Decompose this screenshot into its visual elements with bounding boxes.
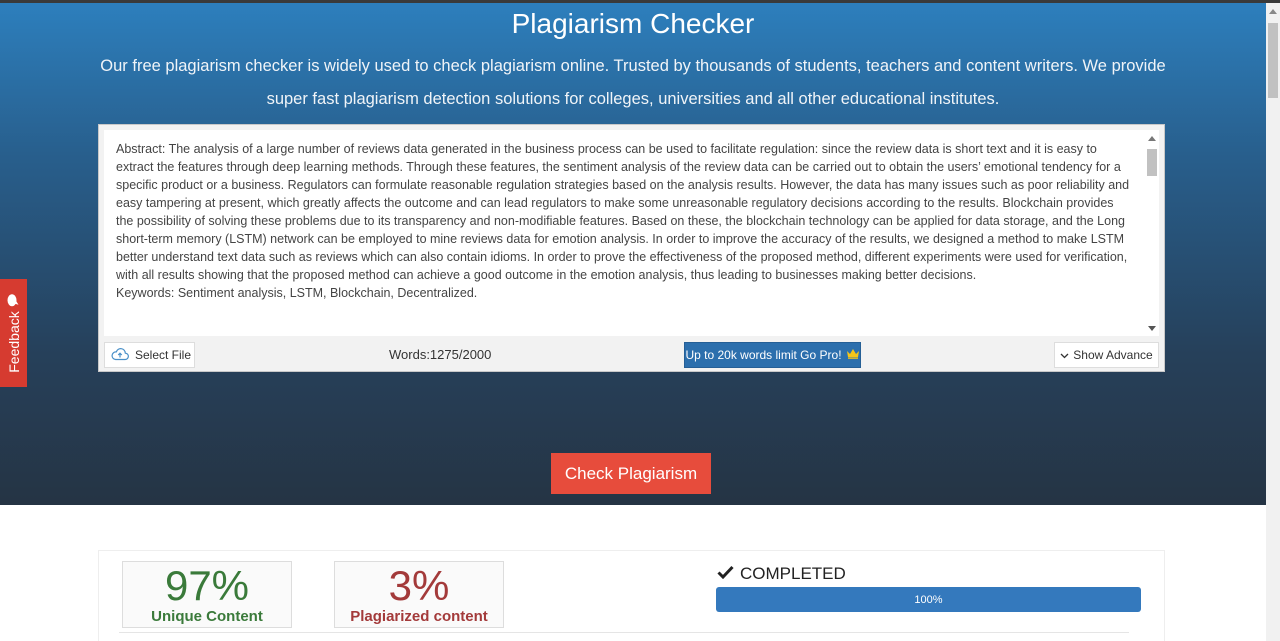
feedback-tab-content: Feedback — [5, 293, 22, 373]
textarea-scrollbar[interactable] — [1145, 130, 1159, 336]
page-scroll-up-icon[interactable] — [1269, 9, 1277, 14]
results-panel: 97% Unique Content 3% Plagiarized conten… — [98, 550, 1165, 641]
show-advance-button[interactable]: Show Advance — [1054, 342, 1159, 368]
unique-percentage: 97% — [164, 562, 250, 609]
hero-section: Plagiarism Checker Our free plagiarism c… — [0, 3, 1266, 505]
scroll-up-icon[interactable] — [1148, 136, 1156, 141]
plagiarized-percentage: 3% — [388, 562, 450, 609]
page-scrollbar[interactable] — [1266, 3, 1280, 641]
feedback-label: Feedback — [5, 311, 22, 373]
chevron-down-icon — [1060, 348, 1069, 362]
scroll-down-icon[interactable] — [1148, 326, 1156, 331]
show-advance-label: Show Advance — [1073, 348, 1153, 362]
go-pro-label: Up to 20k words limit Go Pro! — [685, 348, 842, 362]
progress-bar: 100% — [716, 587, 1141, 612]
unique-label: Unique Content — [151, 608, 263, 625]
scroll-thumb[interactable] — [1147, 149, 1157, 176]
plagiarized-content-card: 3% Plagiarized content — [334, 561, 504, 628]
abstract-paragraph: Abstract: The analysis of a large number… — [116, 142, 1133, 282]
text-editor: Abstract: The analysis of a large number… — [98, 124, 1165, 372]
select-file-button[interactable]: Select File — [104, 342, 195, 368]
page-scroll-thumb[interactable] — [1268, 23, 1278, 98]
unique-content-card: 97% Unique Content — [122, 561, 292, 628]
check-icon — [717, 564, 734, 584]
cloud-upload-icon — [111, 347, 129, 364]
text-input-area[interactable]: Abstract: The analysis of a large number… — [104, 130, 1145, 336]
results-divider — [119, 632, 1129, 633]
feedback-tab[interactable]: Feedback — [0, 279, 27, 387]
comment-icon — [6, 293, 22, 306]
page-title: Plagiarism Checker — [511, 8, 755, 39]
keywords-paragraph: Keywords: Sentiment analysis, LSTM, Bloc… — [116, 286, 478, 300]
check-plagiarism-button[interactable]: Check Plagiarism — [551, 453, 711, 494]
go-pro-button[interactable]: Up to 20k words limit Go Pro! — [684, 342, 861, 368]
crown-icon — [846, 348, 860, 362]
select-file-label: Select File — [135, 348, 192, 362]
progress-fill: 100% — [716, 587, 1141, 612]
page-subtitle: Our free plagiarism checker is widely us… — [100, 57, 1166, 108]
completion-status: COMPLETED — [717, 564, 846, 584]
word-count: Words:1275/2000 — [389, 347, 492, 362]
completion-status-label: COMPLETED — [740, 564, 846, 583]
plagiarized-label: Plagiarized content — [350, 608, 488, 625]
